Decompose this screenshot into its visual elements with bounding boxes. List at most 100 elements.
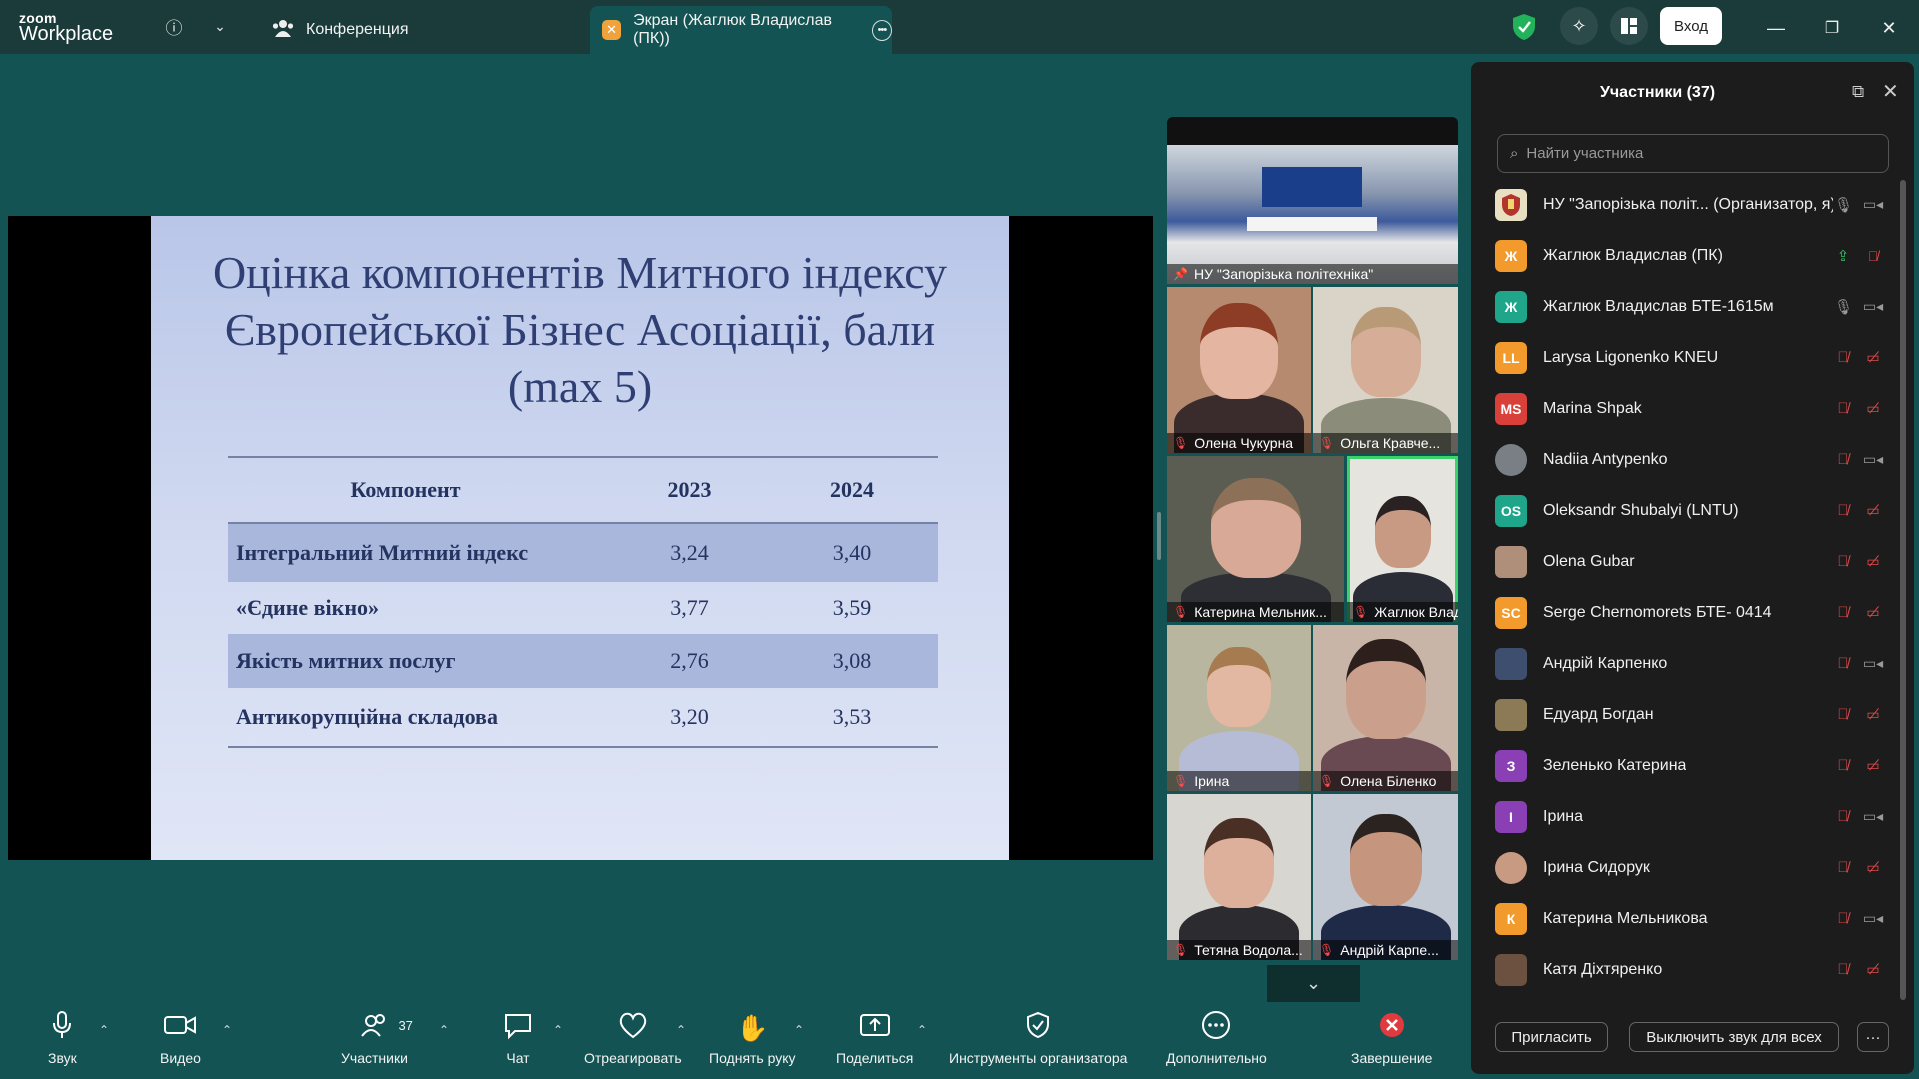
chat-button[interactable]: Чат	[503, 1010, 533, 1066]
participant-row[interactable]: Nadiia Antypenko 🎙̸ ▭◂	[1471, 434, 1901, 485]
video-button[interactable]: Видео	[160, 1010, 201, 1066]
share-screen-icon	[859, 1010, 891, 1046]
ai-companion-icon[interactable]: ✧	[1560, 7, 1598, 45]
panel-more-button[interactable]: ···	[1857, 1022, 1889, 1052]
camera-off-icon[interactable]: ▭̸	[1861, 502, 1885, 519]
camera-icon[interactable]: ▭◂	[1861, 910, 1885, 927]
participant-row[interactable]: Едуард Богдан 🎙̸ ▭̸	[1471, 689, 1901, 740]
participant-row[interactable]: OS Oleksandr Shubalyi (LNTU) 🎙̸ ▭̸	[1471, 485, 1901, 536]
react-label: Отреагировать	[584, 1050, 682, 1066]
chat-options-caret[interactable]: ⌃	[553, 1023, 563, 1037]
video-tile[interactable]: 📌 НУ "Запорізька політехніка"	[1167, 145, 1458, 284]
participant-row[interactable]: З Зеленько Катерина 🎙̸ ▭̸	[1471, 740, 1901, 791]
mic-muted-icon[interactable]: 🎙̸	[1834, 451, 1852, 468]
participant-row[interactable]: Ж Жаглюк Владислав БТЕ-1615м 🎙 ▭◂	[1471, 281, 1901, 332]
video-tile[interactable]: 🎙 Олена Чукурна	[1167, 287, 1311, 453]
participant-row[interactable]: НУ "Запорізька політ... (Организатор, я)…	[1471, 179, 1901, 230]
chevron-down-icon[interactable]: ⌄	[208, 14, 232, 38]
restore-icon[interactable]: ❐	[1818, 14, 1846, 42]
camera-off-icon[interactable]: ▭̸	[1861, 349, 1885, 366]
mic-muted-icon[interactable]: 🎙̸	[1834, 655, 1852, 672]
gallery-scroll-down-icon[interactable]: ⌄	[1267, 965, 1360, 1002]
mic-muted-icon[interactable]: 🎙̸	[1834, 961, 1852, 978]
participants-options-caret[interactable]: ⌃	[439, 1023, 449, 1037]
camera-icon[interactable]: ▭◂	[1861, 808, 1885, 825]
tab-conference[interactable]: Конференция	[272, 6, 409, 54]
camera-off-icon[interactable]: ▭̸	[1861, 859, 1885, 876]
react-button[interactable]: Отреагировать	[584, 1010, 682, 1066]
more-options-icon[interactable]: •••	[871, 19, 893, 41]
video-tile[interactable]: 🎙 Андрій Карпе...	[1313, 794, 1458, 960]
audio-button[interactable]: Звук	[48, 1010, 77, 1066]
mic-icon[interactable]: 🎙	[1834, 298, 1853, 316]
camera-off-icon[interactable]: ▭̸	[1861, 604, 1885, 621]
participant-row[interactable]: Olena Gubar 🎙̸ ▭̸	[1471, 536, 1901, 587]
mic-muted-icon[interactable]: 🎙̸	[1834, 400, 1852, 417]
participant-row[interactable]: Катя Діхтяренко 🎙̸ ▭̸	[1471, 944, 1901, 995]
camera-icon[interactable]: ▭◂	[1861, 655, 1885, 672]
camera-off-icon[interactable]: ▭̸	[1861, 400, 1885, 417]
mic-muted-icon[interactable]: 🎙̸	[1861, 248, 1885, 264]
participant-row[interactable]: MS Marina Shpak 🎙̸ ▭̸	[1471, 383, 1901, 434]
mic-muted-icon[interactable]: 🎙̸	[1834, 757, 1852, 774]
mic-muted-icon[interactable]: 🎙̸	[1834, 553, 1852, 570]
camera-off-icon[interactable]: ▭̸	[1861, 553, 1885, 570]
camera-icon[interactable]: ▭◂	[1861, 196, 1885, 213]
view-layout-icon[interactable]	[1610, 7, 1648, 45]
more-button[interactable]: Дополнительно	[1166, 1010, 1267, 1066]
end-meeting-button[interactable]: Завершение	[1351, 1010, 1432, 1066]
mic-muted-icon[interactable]: 🎙̸	[1834, 604, 1852, 621]
pop-out-icon[interactable]: ⧉	[1852, 82, 1864, 102]
participant-row[interactable]: SC Serge Chernomorets БТЕ- 0414 🎙̸ ▭̸	[1471, 587, 1901, 638]
share-options-caret[interactable]: ⌃	[917, 1023, 927, 1037]
mic-muted-icon[interactable]: 🎙̸	[1834, 910, 1852, 927]
mic-muted-icon[interactable]: 🎙̸	[1834, 349, 1852, 366]
camera-icon[interactable]: ▭◂	[1861, 451, 1885, 468]
camera-icon[interactable]: ▭◂	[1861, 298, 1885, 315]
close-window-icon[interactable]: ✕	[1875, 14, 1903, 42]
raise-hand-button[interactable]: ✋ Поднять руку	[709, 1010, 796, 1066]
mute-all-button[interactable]: Выключить звук для всех	[1629, 1022, 1839, 1052]
raise-hand-options-caret[interactable]: ⌃	[794, 1023, 804, 1037]
video-tile[interactable]: 🎙 Катерина Мельник...	[1167, 456, 1344, 622]
mic-muted-icon[interactable]: 🎙̸	[1834, 808, 1852, 825]
video-tile[interactable]: 🎙 Ольга Кравче...	[1313, 287, 1458, 453]
camera-off-icon[interactable]: ▭̸	[1861, 706, 1885, 723]
camera-off-icon[interactable]: ▭̸	[1861, 757, 1885, 774]
participant-row[interactable]: Ж Жаглюк Владислав (ПК) ⇪ 🎙̸	[1471, 230, 1901, 281]
camera-off-icon[interactable]: ▭̸	[1861, 961, 1885, 978]
participant-row[interactable]: Андрій Карпенко 🎙̸ ▭◂	[1471, 638, 1901, 689]
participant-search-input[interactable]: ⌕ Найти участника	[1497, 134, 1889, 173]
security-shield-icon[interactable]	[1511, 13, 1537, 41]
video-options-caret[interactable]: ⌃	[222, 1023, 232, 1037]
info-icon[interactable]: ⓘ	[162, 14, 186, 38]
participant-row[interactable]: К Катерина Мельникова 🎙̸ ▭◂	[1471, 893, 1901, 944]
heart-icon	[617, 1010, 649, 1046]
host-tools-button[interactable]: Инструменты организатора	[949, 1010, 1127, 1066]
mic-muted-icon[interactable]: 🎙̸	[1834, 859, 1852, 876]
chat-label: Чат	[506, 1050, 530, 1066]
panel-scrollbar[interactable]	[1900, 180, 1906, 1000]
login-button[interactable]: Вход	[1660, 7, 1722, 45]
invite-button[interactable]: Пригласить	[1495, 1022, 1608, 1052]
split-drag-handle[interactable]	[1157, 512, 1161, 560]
tab-screen-share[interactable]: ✕ Экран (Жаглюк Владислав (ПК)) •••	[590, 6, 893, 54]
react-options-caret[interactable]: ⌃	[676, 1023, 686, 1037]
video-tile[interactable]: 🎙 Олена Біленко	[1313, 625, 1458, 791]
share-button[interactable]: Поделиться	[836, 1010, 913, 1066]
video-tile[interactable]: 🎙 Ірина	[1167, 625, 1311, 791]
avatar	[1495, 188, 1527, 221]
participants-button[interactable]: 37 Участники	[341, 1010, 413, 1066]
participant-row[interactable]: LL Larysa Ligonenko KNEU 🎙̸ ▭̸	[1471, 332, 1901, 383]
video-tile-active-speaker[interactable]: 🎙 Жаглюк Влад...	[1347, 456, 1458, 622]
minimize-icon[interactable]: —	[1762, 14, 1790, 42]
participant-row[interactable]: Ірина Сидорук 🎙̸ ▭̸	[1471, 842, 1901, 893]
close-panel-icon[interactable]: ✕	[1882, 79, 1899, 104]
mic-muted-icon[interactable]: 🎙̸	[1834, 502, 1852, 519]
participant-row[interactable]: І Ірина 🎙̸ ▭◂	[1471, 791, 1901, 842]
audio-options-caret[interactable]: ⌃	[99, 1023, 109, 1037]
video-tile[interactable]: 🎙 Тетяна Водола...	[1167, 794, 1311, 960]
cell-2024: 3,40	[832, 540, 872, 565]
mic-muted-icon[interactable]: 🎙̸	[1834, 706, 1852, 723]
mic-icon[interactable]: 🎙	[1834, 196, 1853, 214]
